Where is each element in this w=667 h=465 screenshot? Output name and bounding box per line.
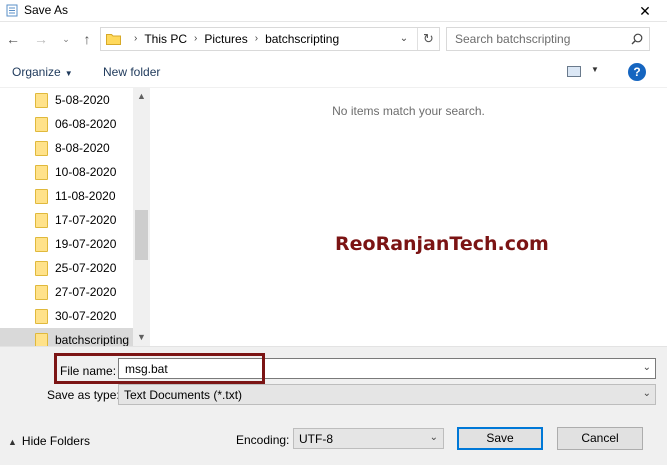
navigation-bar: ← → ⌄ ↑ › This PC › Pictures › batchscri… [0,22,667,56]
folder-icon [35,93,48,108]
tree-item-label: 17-07-2020 [55,213,117,227]
tree-item-label: 5-08-2020 [55,93,110,107]
recent-locations-chevron-icon[interactable]: ⌄ [57,30,75,48]
folder-icon [35,189,48,204]
folder-icon [106,34,121,45]
hide-folders-label: Hide Folders [21,434,90,448]
tree-item-label: 27-07-2020 [55,285,117,299]
tree-item-label: 10-08-2020 [55,165,117,179]
chevron-down-icon[interactable]: ⌄ [643,388,651,399]
tree-item-selected-folder[interactable]: batchscripting [0,328,150,346]
tree-item-folder[interactable]: 19-07-2020 [0,232,133,256]
breadcrumb-batchscripting[interactable]: batchscripting [265,28,339,50]
new-folder-button[interactable]: New folder [103,65,160,79]
close-icon[interactable]: ✕ [623,0,667,22]
save-options-panel: File name: ⌄ Save as type: Text Document… [0,346,667,465]
address-bar[interactable]: › This PC › Pictures › batchscripting ⌄ … [100,27,440,51]
chevron-down-icon[interactable]: ⌄ [643,362,651,373]
chevron-right-icon[interactable]: › [194,28,197,50]
back-arrow-icon[interactable]: ← [4,30,22,48]
folder-icon [35,117,48,132]
tree-item-folder[interactable]: 17-07-2020 [0,208,133,232]
tree-item-label: 11-08-2020 [55,189,116,203]
tree-item-folder[interactable]: 06-08-2020 [0,112,133,136]
folder-icon [35,333,48,346]
scrollbar-thumb[interactable] [135,210,148,260]
tree-item-label: 8-08-2020 [55,141,110,155]
search-icon[interactable] [631,33,643,45]
save-as-type-label: Save as type: [47,388,120,402]
help-icon[interactable]: ? [628,63,646,81]
tree-item-label: 06-08-2020 [55,117,117,131]
encoding-label: Encoding: [236,433,290,447]
caret-up-icon: ▲ [8,437,17,447]
command-toolbar: Organize ▼ New folder ▼ [0,56,667,88]
hide-folders-toggle[interactable]: ▲ Hide Folders [8,434,90,448]
sidebar-scrollbar[interactable]: ▲ ▼ [133,88,150,346]
chevron-right-icon[interactable]: › [134,28,137,50]
search-box[interactable] [446,27,650,51]
notepad-app-icon [6,4,18,17]
folder-icon [35,237,48,252]
tree-item-folder[interactable]: 8-08-2020 [0,136,133,160]
folder-icon [35,309,48,324]
folder-icon [35,141,48,156]
folder-icon [35,165,48,180]
tree-item-folder[interactable]: 30-07-2020 [0,304,133,328]
view-options-caret-icon[interactable]: ▼ [591,65,599,74]
tree-item-folder[interactable]: 27-07-2020 [0,280,133,304]
tree-item-folder[interactable]: 25-07-2020 [0,256,133,280]
encoding-value: UTF-8 [299,432,333,446]
watermark-text: ReoRanjanTech.com [335,233,549,255]
organize-label: Organize [12,65,61,79]
chevron-right-icon[interactable]: › [255,28,258,50]
folder-icon [35,261,48,276]
breadcrumb-this-pc[interactable]: This PC [144,28,187,50]
change-view-icon[interactable] [567,66,581,77]
organize-menu[interactable]: Organize ▼ [12,65,73,79]
tree-item-folder[interactable]: 5-08-2020 [0,88,133,112]
scroll-up-icon[interactable]: ▲ [133,88,150,105]
cancel-button[interactable]: Cancel [557,427,643,450]
save-button[interactable]: Save [457,427,543,450]
breadcrumb-pictures[interactable]: Pictures [204,28,247,50]
navigation-pane: 5-08-2020 06-08-2020 8-08-2020 10-08-202… [0,88,150,346]
window-title: Save As [24,3,69,17]
save-as-type-value: Text Documents (*.txt) [124,388,243,402]
breadcrumb: › This PC › Pictures › batchscripting [127,28,339,50]
refresh-icon[interactable]: ↻ [417,28,439,50]
tree-item-label: 30-07-2020 [55,309,117,323]
forward-arrow-icon[interactable]: → [32,30,50,48]
address-dropdown-chevron-icon[interactable]: ⌄ [395,28,413,50]
encoding-select[interactable]: UTF-8 ⌄ [293,428,444,449]
scroll-down-icon[interactable]: ▼ [133,329,150,346]
up-arrow-icon[interactable]: ↑ [78,30,96,48]
tree-item-label: batchscripting [55,333,130,346]
tree-item-folder[interactable]: 11-08-2020 [0,184,133,208]
title-bar: Save As ✕ [0,0,667,22]
tree-item-label: 25-07-2020 [55,261,117,275]
search-input[interactable] [455,31,625,47]
tree-item-folder[interactable]: 10-08-2020 [0,160,133,184]
save-as-type-select[interactable]: Text Documents (*.txt) ⌄ [118,384,656,405]
chevron-down-icon[interactable]: ⌄ [430,432,438,443]
tree-item-label: 19-07-2020 [55,237,117,251]
folder-icon [35,285,48,300]
file-list-pane[interactable]: No items match your search. ReoRanjanTec… [150,88,667,346]
caret-down-icon: ▼ [64,69,73,78]
empty-results-message: No items match your search. [332,104,485,118]
folder-icon [35,213,48,228]
annotation-highlight-box [54,353,265,384]
